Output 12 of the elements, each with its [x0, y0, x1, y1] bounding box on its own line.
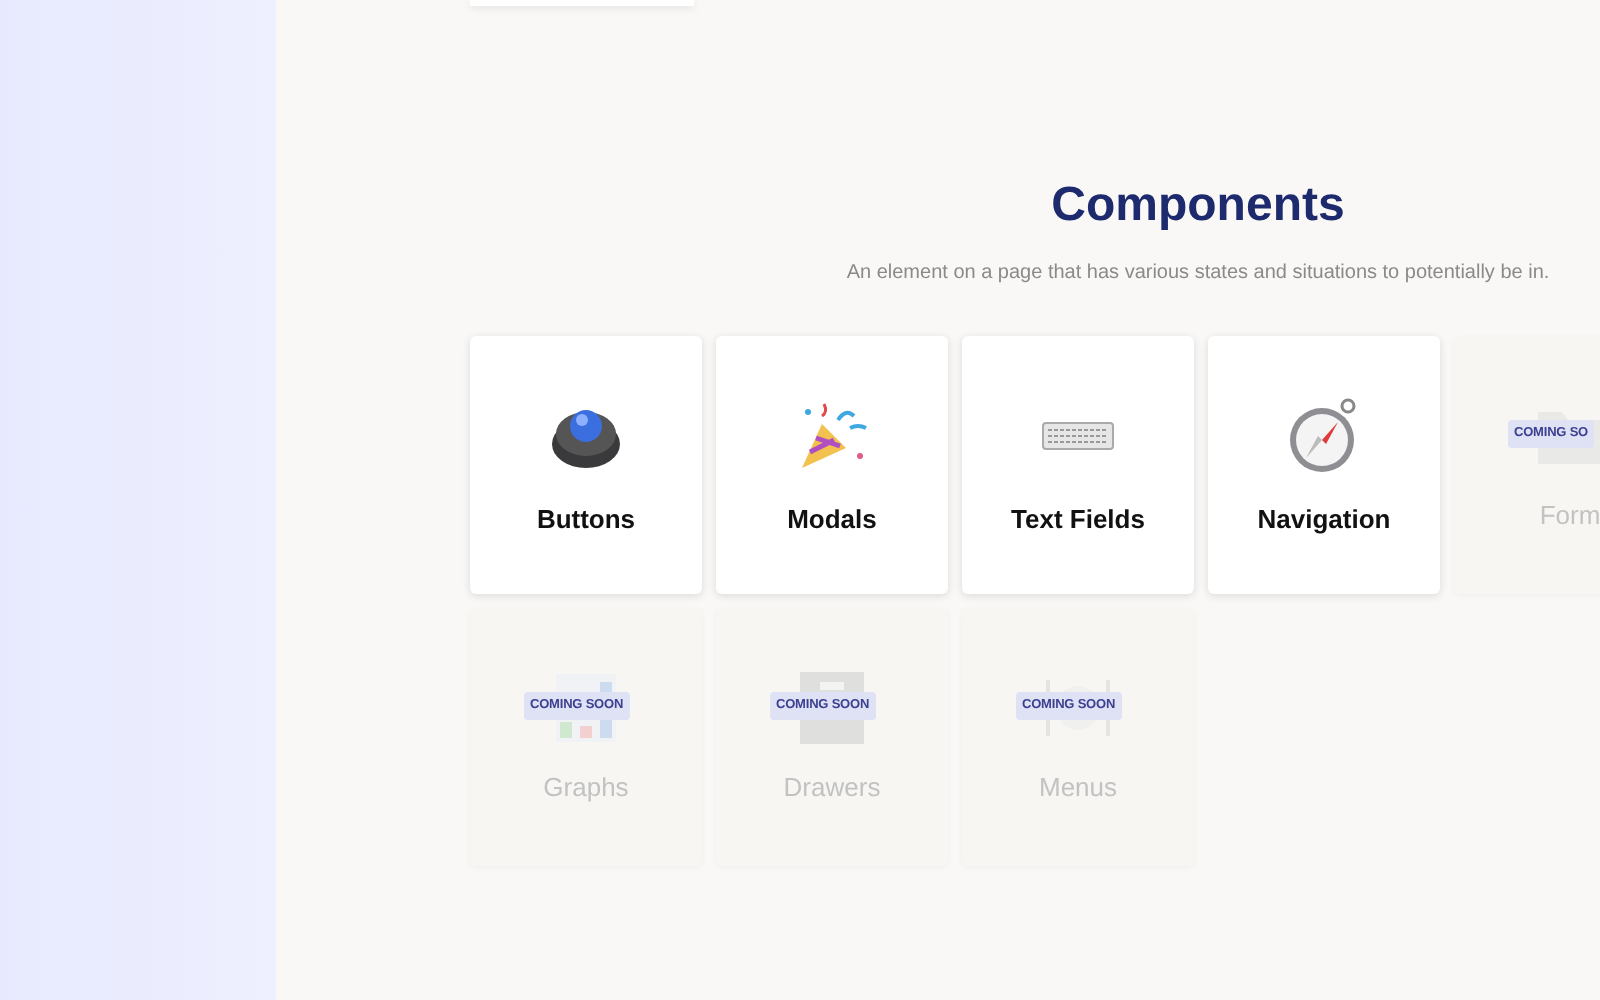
card-label: Buttons: [536, 502, 636, 538]
component-card[interactable]: Navigation: [1208, 336, 1440, 594]
card-label: Navigation: [1257, 502, 1391, 538]
card-label: Text Fields: [1011, 502, 1145, 538]
component-card[interactable]: Buttons: [470, 336, 702, 594]
compass-icon: [1288, 398, 1360, 474]
component-card[interactable]: Modals: [716, 336, 948, 594]
card-label: Modals: [787, 502, 877, 538]
section-subtitle: An element on a page that has various states and situations to potentially be in.: [846, 260, 1550, 288]
section-title: Components: [1051, 176, 1345, 236]
component-card[interactable]: Text Fields: [962, 336, 1194, 594]
keyboard-icon: [1042, 422, 1114, 450]
